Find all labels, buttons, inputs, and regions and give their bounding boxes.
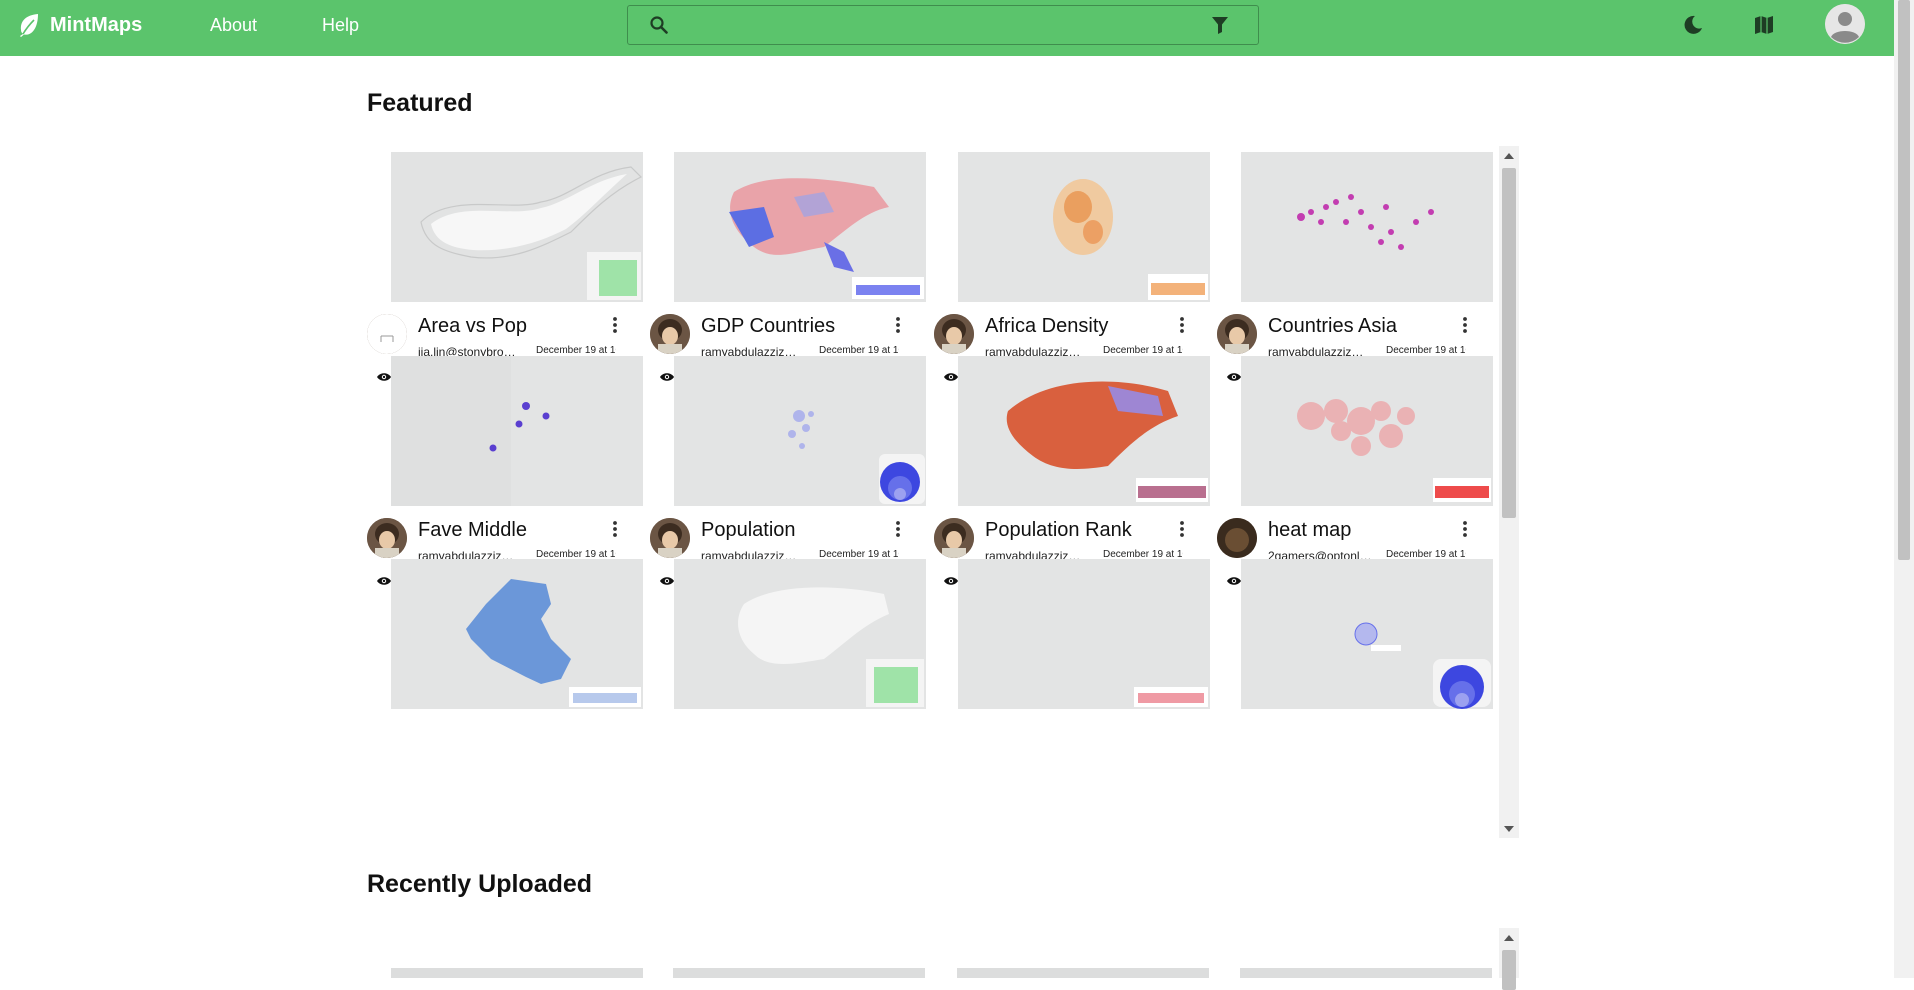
recently-uploaded-heading: Recently Uploaded xyxy=(367,870,593,898)
card-menu-button[interactable] xyxy=(1459,315,1471,335)
map-card[interactable] xyxy=(367,559,643,799)
map-thumbnail[interactable] xyxy=(1241,152,1493,302)
featured-heading: Featured xyxy=(367,89,473,117)
map-title[interactable]: Africa Density xyxy=(985,315,1108,338)
search-icon[interactable] xyxy=(650,16,668,34)
recent-grid xyxy=(367,928,1520,978)
page-scrollbar-thumb[interactable] xyxy=(1898,0,1910,560)
author-avatar[interactable] xyxy=(650,314,690,354)
author-avatar-image xyxy=(650,518,690,558)
author-avatar-image xyxy=(1217,518,1257,558)
map-card[interactable] xyxy=(650,559,926,799)
author-avatar[interactable] xyxy=(1217,518,1257,558)
more-options-icon[interactable] xyxy=(1176,519,1188,539)
author-avatar-image xyxy=(367,518,407,558)
search-bar xyxy=(627,5,1259,45)
map-title[interactable]: Population Rank xyxy=(985,519,1132,542)
map-thumbnail[interactable] xyxy=(1241,559,1493,709)
map-card[interactable] xyxy=(934,559,1210,799)
more-options-icon[interactable] xyxy=(1459,315,1471,335)
scroll-up-arrow[interactable] xyxy=(1504,935,1514,941)
user-avatar-button[interactable] xyxy=(1825,4,1865,44)
brand-logo[interactable]: MintMaps xyxy=(18,13,142,37)
page-scrollbar[interactable] xyxy=(1894,0,1914,978)
more-options-icon[interactable] xyxy=(892,519,904,539)
author-avatar[interactable] xyxy=(367,518,407,558)
map-title[interactable]: GDP Countries xyxy=(701,315,835,338)
map-thumbnail[interactable] xyxy=(674,559,926,709)
app-name: MintMaps xyxy=(50,13,143,36)
map-title[interactable]: Population xyxy=(701,519,796,542)
featured-scrollbar[interactable] xyxy=(1499,146,1519,838)
user-account-icon xyxy=(1825,4,1865,44)
more-options-icon[interactable] xyxy=(609,315,621,335)
map-thumbnail[interactable] xyxy=(674,152,926,302)
nav-about-link[interactable]: About xyxy=(210,15,257,36)
more-options-icon[interactable] xyxy=(1459,519,1471,539)
recent-thumbnail[interactable] xyxy=(391,968,643,978)
recent-scrollbar-thumb[interactable] xyxy=(1502,950,1516,990)
map-thumbnail[interactable] xyxy=(958,559,1210,709)
map-thumbnail[interactable] xyxy=(1241,356,1493,506)
author-avatar[interactable] xyxy=(1217,314,1257,354)
author-avatar[interactable] xyxy=(934,518,974,558)
scroll-up-arrow[interactable] xyxy=(1504,153,1514,159)
author-avatar-image xyxy=(934,314,974,354)
author-avatar-image xyxy=(650,314,690,354)
top-navbar: MintMaps About Help xyxy=(0,0,1894,56)
map-title[interactable]: Countries Asia xyxy=(1268,315,1397,338)
author-avatar[interactable] xyxy=(367,314,407,354)
map-thumbnail[interactable] xyxy=(958,356,1210,506)
nav-help-link[interactable]: Help xyxy=(322,15,359,36)
recent-thumbnail[interactable] xyxy=(673,968,925,978)
map-thumbnail[interactable] xyxy=(391,152,643,302)
author-avatar-image xyxy=(934,518,974,558)
dark-mode-moon-icon[interactable] xyxy=(1683,15,1703,35)
map-icon[interactable] xyxy=(1754,15,1774,35)
leaf-icon xyxy=(20,14,38,37)
map-thumbnail[interactable] xyxy=(391,356,643,506)
recent-scrollbar[interactable] xyxy=(1499,928,1519,990)
map-thumbnail[interactable] xyxy=(391,559,643,709)
more-options-icon[interactable] xyxy=(609,519,621,539)
featured-scrollbar-thumb[interactable] xyxy=(1502,168,1516,518)
recent-thumbnail[interactable] xyxy=(1240,968,1492,978)
card-menu-button[interactable] xyxy=(609,315,621,335)
card-menu-button[interactable] xyxy=(1459,519,1471,539)
search-input[interactable] xyxy=(678,12,1198,38)
card-menu-button[interactable] xyxy=(609,519,621,539)
author-avatar-image xyxy=(367,314,407,354)
card-menu-button[interactable] xyxy=(1176,519,1188,539)
author-avatar-image xyxy=(1217,314,1257,354)
map-card[interactable] xyxy=(1217,559,1493,799)
author-avatar[interactable] xyxy=(934,314,974,354)
map-thumbnail[interactable] xyxy=(674,356,926,506)
filter-icon[interactable] xyxy=(1212,17,1228,34)
featured-grid: Area vs Popjia.lin@stonybrook.eduDecembe… xyxy=(367,146,1520,838)
card-menu-button[interactable] xyxy=(892,315,904,335)
scroll-down-arrow[interactable] xyxy=(1504,826,1514,832)
map-title[interactable]: heat map xyxy=(1268,519,1351,542)
more-options-icon[interactable] xyxy=(892,315,904,335)
card-menu-button[interactable] xyxy=(892,519,904,539)
map-title[interactable]: Area vs Pop xyxy=(418,315,527,338)
map-thumbnail[interactable] xyxy=(958,152,1210,302)
recent-thumbnail[interactable] xyxy=(957,968,1209,978)
card-menu-button[interactable] xyxy=(1176,315,1188,335)
author-avatar[interactable] xyxy=(650,518,690,558)
map-title[interactable]: Fave Middle xyxy=(418,519,527,542)
more-options-icon[interactable] xyxy=(1176,315,1188,335)
